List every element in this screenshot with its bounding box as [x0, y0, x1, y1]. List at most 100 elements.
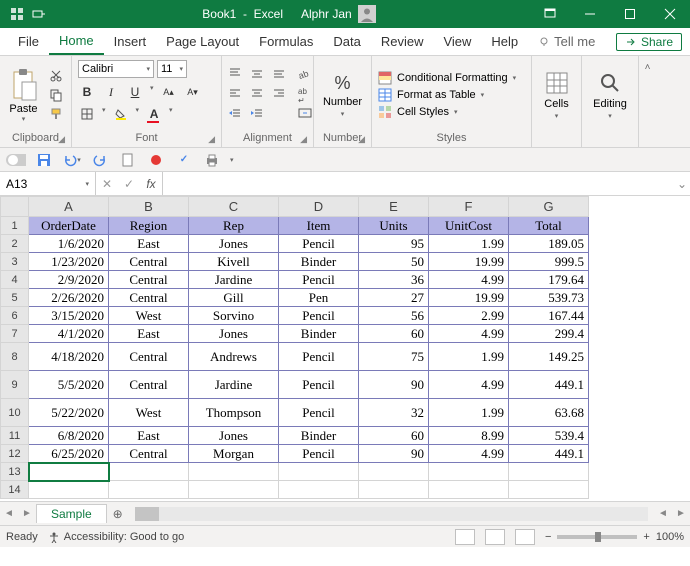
- data-cell[interactable]: Central: [109, 445, 189, 463]
- data-cell[interactable]: 167.44: [509, 307, 589, 325]
- border-button[interactable]: [78, 106, 96, 122]
- cells-button[interactable]: Cells ▾: [538, 70, 575, 120]
- column-header-F[interactable]: F: [429, 197, 509, 217]
- increase-font-button[interactable]: A▴: [160, 84, 178, 100]
- format-as-table-button[interactable]: Format as Table▾: [378, 88, 516, 102]
- align-center-button[interactable]: [250, 87, 268, 103]
- enter-formula-button[interactable]: ✓: [118, 177, 140, 191]
- cut-button[interactable]: [47, 68, 65, 84]
- data-cell[interactable]: 95: [359, 235, 429, 253]
- fill-color-button[interactable]: [112, 106, 130, 122]
- header-cell[interactable]: UnitCost: [429, 217, 509, 235]
- name-box[interactable]: A13▾: [0, 172, 96, 195]
- view-normal-button[interactable]: [455, 529, 475, 545]
- zoom-in-button[interactable]: +: [643, 531, 649, 543]
- row-header-7[interactable]: 7: [1, 325, 29, 343]
- empty-cell[interactable]: [189, 463, 279, 481]
- data-cell[interactable]: 449.1: [509, 445, 589, 463]
- zoom-slider[interactable]: [557, 535, 637, 539]
- data-cell[interactable]: 27: [359, 289, 429, 307]
- column-header-G[interactable]: G: [509, 197, 589, 217]
- data-cell[interactable]: Central: [109, 253, 189, 271]
- italic-button[interactable]: I: [102, 84, 120, 100]
- data-cell[interactable]: 90: [359, 371, 429, 399]
- view-page-break-button[interactable]: [515, 529, 535, 545]
- data-cell[interactable]: 8.99: [429, 427, 509, 445]
- data-cell[interactable]: Morgan: [189, 445, 279, 463]
- data-cell[interactable]: 50: [359, 253, 429, 271]
- header-cell[interactable]: Total: [509, 217, 589, 235]
- row-header-3[interactable]: 3: [1, 253, 29, 271]
- row-header-1[interactable]: 1: [1, 217, 29, 235]
- number-launcher[interactable]: ◢: [358, 134, 365, 145]
- save-button[interactable]: [34, 150, 54, 170]
- row-header-9[interactable]: 9: [1, 371, 29, 399]
- data-cell[interactable]: 2.99: [429, 307, 509, 325]
- data-cell[interactable]: Central: [109, 289, 189, 307]
- align-middle-button[interactable]: [250, 67, 268, 83]
- empty-cell[interactable]: [359, 463, 429, 481]
- data-cell[interactable]: Jones: [189, 235, 279, 253]
- column-header-C[interactable]: C: [189, 197, 279, 217]
- column-header-B[interactable]: B: [109, 197, 189, 217]
- row-header-6[interactable]: 6: [1, 307, 29, 325]
- header-cell[interactable]: Item: [279, 217, 359, 235]
- data-cell[interactable]: Binder: [279, 253, 359, 271]
- paste-button[interactable]: Paste ▾: [6, 68, 41, 123]
- font-name-select[interactable]: Calibri▾: [78, 60, 154, 78]
- column-header-D[interactable]: D: [279, 197, 359, 217]
- account-user[interactable]: Alphr Jan: [301, 5, 376, 23]
- data-cell[interactable]: 4.99: [429, 371, 509, 399]
- data-cell[interactable]: 299.4: [509, 325, 589, 343]
- bold-button[interactable]: B: [78, 84, 96, 100]
- header-cell[interactable]: Units: [359, 217, 429, 235]
- row-header-13[interactable]: 13: [1, 463, 29, 481]
- data-cell[interactable]: 60: [359, 325, 429, 343]
- data-cell[interactable]: 179.64: [509, 271, 589, 289]
- data-cell[interactable]: 539.73: [509, 289, 589, 307]
- header-cell[interactable]: Region: [109, 217, 189, 235]
- data-cell[interactable]: 63.68: [509, 399, 589, 427]
- collapse-ribbon-button[interactable]: ˄: [638, 56, 656, 147]
- font-launcher[interactable]: ◢: [208, 134, 215, 145]
- row-header-12[interactable]: 12: [1, 445, 29, 463]
- data-cell[interactable]: Pencil: [279, 235, 359, 253]
- zoom-level[interactable]: 100%: [656, 531, 684, 543]
- data-cell[interactable]: West: [109, 307, 189, 325]
- data-cell[interactable]: 449.1: [509, 371, 589, 399]
- new-button[interactable]: [118, 150, 138, 170]
- data-cell[interactable]: Pencil: [279, 271, 359, 289]
- macro-record-button[interactable]: [146, 150, 166, 170]
- decrease-indent-button[interactable]: [228, 107, 246, 123]
- add-sheet-button[interactable]: ⊕: [107, 507, 129, 521]
- tab-home[interactable]: Home: [49, 28, 104, 55]
- data-cell[interactable]: Binder: [279, 325, 359, 343]
- horizontal-scrollbar[interactable]: [135, 507, 648, 521]
- data-cell[interactable]: East: [109, 427, 189, 445]
- header-cell[interactable]: Rep: [189, 217, 279, 235]
- underline-button[interactable]: U: [126, 84, 144, 100]
- data-cell[interactable]: East: [109, 325, 189, 343]
- align-right-button[interactable]: [272, 87, 290, 103]
- data-cell[interactable]: East: [109, 235, 189, 253]
- data-cell[interactable]: 4.99: [429, 271, 509, 289]
- formula-input[interactable]: [163, 172, 674, 195]
- column-header-A[interactable]: A: [29, 197, 109, 217]
- tellme-button[interactable]: Tell me: [528, 28, 605, 55]
- decrease-font-button[interactable]: A▾: [184, 84, 202, 100]
- data-cell[interactable]: 6/8/2020: [29, 427, 109, 445]
- data-cell[interactable]: 5/22/2020: [29, 399, 109, 427]
- tab-help[interactable]: Help: [481, 28, 528, 55]
- data-cell[interactable]: 1/6/2020: [29, 235, 109, 253]
- empty-cell[interactable]: [29, 481, 109, 499]
- undo-button[interactable]: ▾: [62, 150, 82, 170]
- data-cell[interactable]: Pen: [279, 289, 359, 307]
- data-cell[interactable]: Jones: [189, 427, 279, 445]
- share-button[interactable]: Share: [616, 33, 682, 51]
- fx-button[interactable]: fx: [140, 177, 162, 191]
- view-page-layout-button[interactable]: [485, 529, 505, 545]
- align-left-button[interactable]: [228, 87, 246, 103]
- data-cell[interactable]: 189.05: [509, 235, 589, 253]
- row-header-8[interactable]: 8: [1, 343, 29, 371]
- tab-view[interactable]: View: [433, 28, 481, 55]
